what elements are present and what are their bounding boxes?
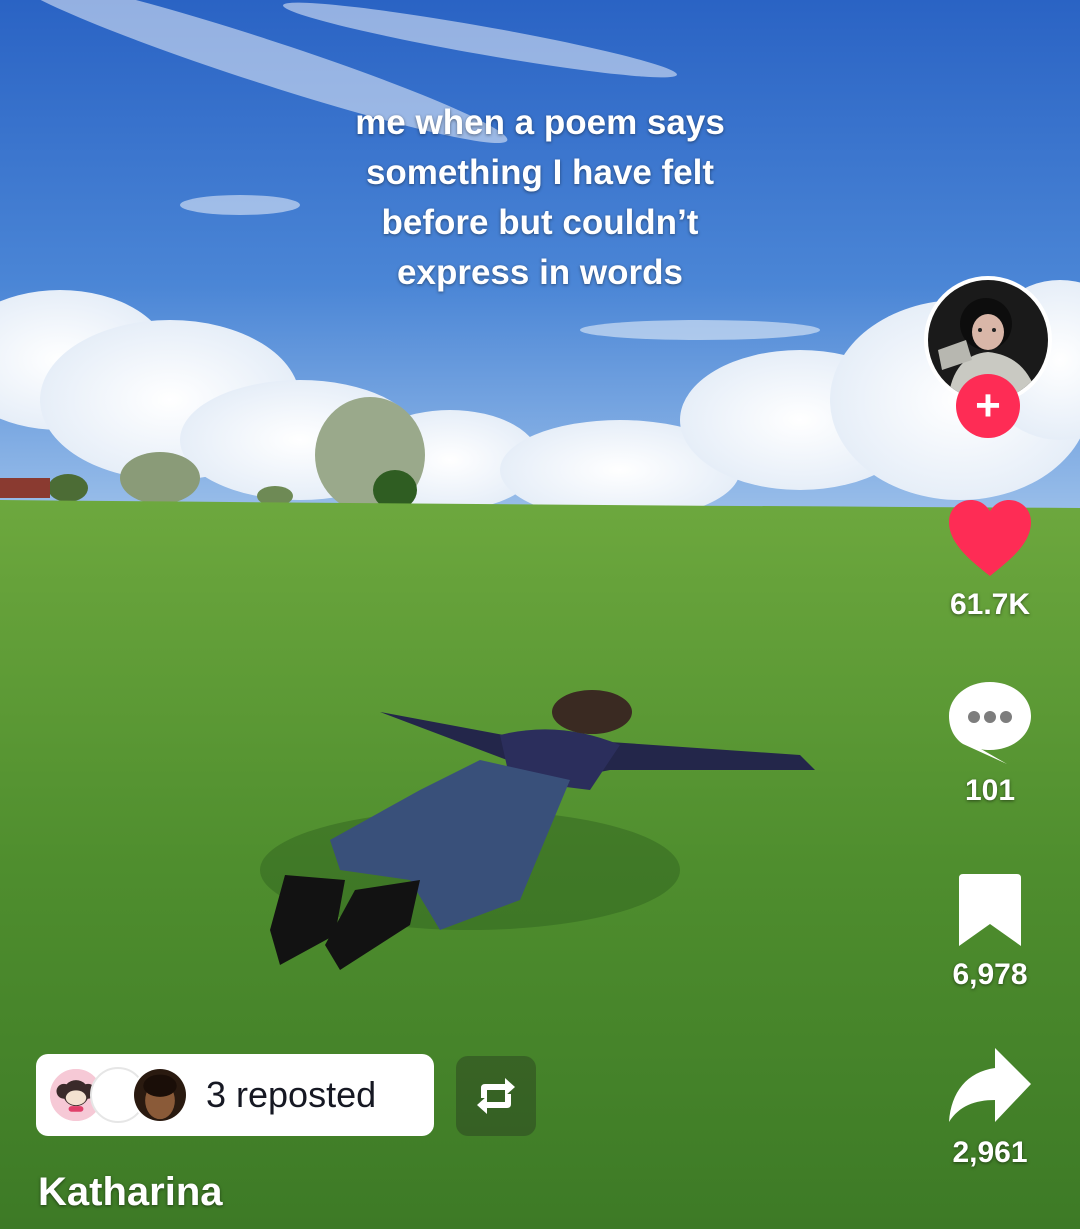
caption-line: before but couldn’t bbox=[381, 203, 699, 242]
like-count: 61.7K bbox=[949, 588, 1031, 621]
comment-icon[interactable] bbox=[947, 680, 1033, 764]
author-username[interactable]: Katharina bbox=[38, 1170, 223, 1215]
video-caption: me when a poem says something I have fel… bbox=[260, 98, 820, 298]
share-action[interactable]: 2,961 bbox=[925, 1046, 1055, 1170]
comment-count: 101 bbox=[964, 774, 1016, 807]
plus-icon: + bbox=[975, 381, 1001, 430]
repost-button[interactable] bbox=[456, 1056, 536, 1136]
save-action[interactable]: 6,978 bbox=[925, 872, 1055, 992]
bookmark-icon[interactable] bbox=[957, 872, 1023, 948]
share-count: 2,961 bbox=[952, 1136, 1028, 1169]
caption-line: something I have felt bbox=[365, 153, 715, 192]
heart-icon[interactable] bbox=[947, 498, 1033, 578]
caption-line: me when a poem says bbox=[355, 103, 725, 142]
portrait-avatar bbox=[132, 1067, 188, 1123]
repost-avatars bbox=[48, 1063, 198, 1127]
creator-avatar-group[interactable]: + bbox=[924, 276, 1054, 438]
repost-label: 3 reposted bbox=[206, 1074, 377, 1115]
comment-action[interactable]: 101 bbox=[925, 680, 1055, 808]
repost-pill[interactable]: 3 reposted bbox=[36, 1054, 434, 1136]
save-count: 6,978 bbox=[952, 958, 1028, 991]
repost-icon bbox=[477, 1078, 515, 1114]
follow-button[interactable]: + bbox=[956, 374, 1020, 438]
caption-line: express in words bbox=[397, 253, 683, 292]
like-action[interactable]: 61.7K bbox=[925, 498, 1055, 622]
share-icon[interactable] bbox=[947, 1046, 1033, 1126]
